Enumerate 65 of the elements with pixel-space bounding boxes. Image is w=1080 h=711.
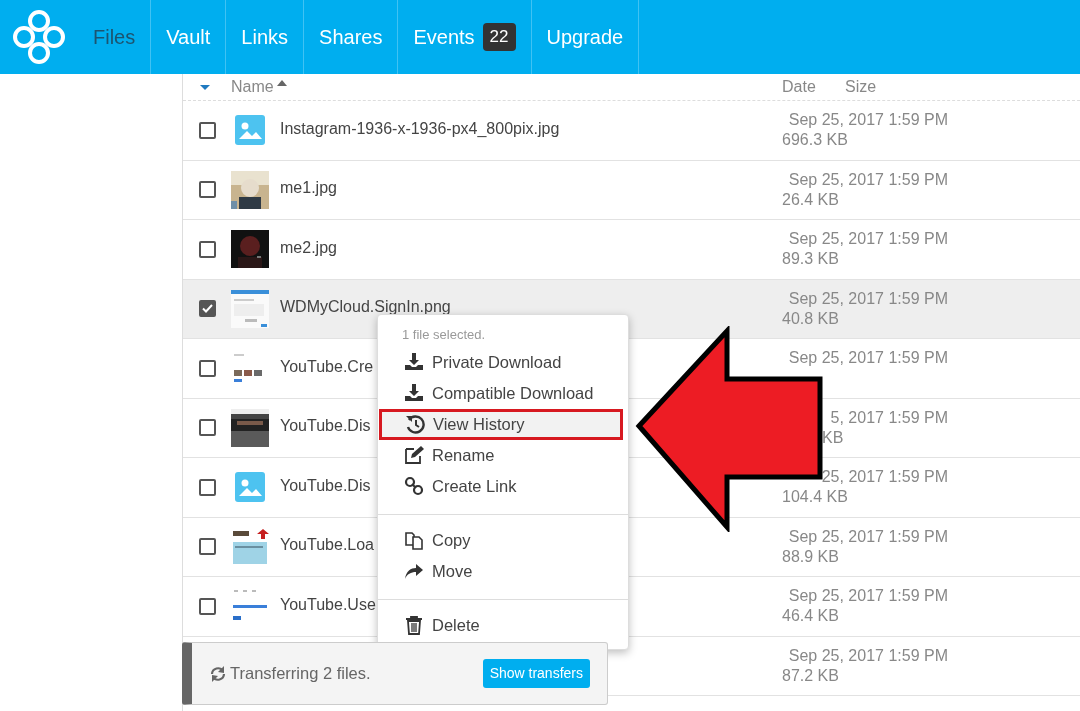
file-size: 104.4 KB bbox=[782, 488, 848, 506]
logo-icon bbox=[11, 9, 67, 65]
checkbox[interactable] bbox=[199, 478, 216, 496]
sort-up-icon bbox=[276, 80, 287, 86]
checkbox[interactable] bbox=[199, 121, 216, 139]
file-size: 89.3 KB bbox=[782, 250, 839, 268]
file-size: 696.3 KB bbox=[782, 131, 848, 149]
checkbox[interactable] bbox=[199, 419, 216, 437]
menu-item[interactable]: View History bbox=[379, 408, 623, 440]
file-name[interactable]: YouTube.Loa bbox=[280, 536, 374, 555]
file-name[interactable]: YouTube.Cre bbox=[280, 357, 374, 376]
file-name[interactable]: YouTube.Dis bbox=[280, 417, 371, 436]
file-name[interactable]: WDMyCloud.SignIn.png bbox=[280, 298, 451, 317]
file-row[interactable]: me1.jpg Sep 25, 2017 1:59 PM 26.4 KB bbox=[183, 160, 1080, 220]
share-arrow-icon bbox=[404, 561, 424, 581]
checkbox[interactable] bbox=[199, 181, 216, 199]
image-icon bbox=[235, 115, 265, 146]
download-icon bbox=[404, 383, 424, 403]
menu-item[interactable]: Private Download bbox=[378, 346, 628, 378]
checkbox[interactable] bbox=[199, 538, 216, 556]
file-date: 5, 2017 1:59 PM bbox=[830, 408, 948, 426]
file-name[interactable]: me1.jpg bbox=[280, 179, 337, 198]
file-size: 26.4 KB bbox=[782, 190, 839, 208]
edit-icon bbox=[404, 445, 424, 465]
checkbox[interactable] bbox=[199, 597, 216, 615]
file-date: 25, 2017 1:59 PM bbox=[821, 468, 948, 486]
file-row[interactable]: Instagram-1936-x-1936-px4_800pix.jpg Sep 25, 2017 1:59 PM 696.3 KB bbox=[183, 101, 1080, 161]
copy-icon bbox=[404, 530, 424, 550]
file-date: Sep 25, 2017 1:59 PM bbox=[788, 527, 948, 545]
file-date: Sep 25, 2017 1:59 PM bbox=[788, 646, 948, 664]
checkbox[interactable] bbox=[199, 240, 216, 258]
file-size: 46.4 KB bbox=[782, 607, 839, 625]
history-icon bbox=[405, 414, 425, 434]
file-size: 40.8 KB bbox=[782, 309, 839, 327]
file-date: Sep 25, 2017 1:59 PM bbox=[788, 349, 948, 367]
file-name[interactable]: me2.jpg bbox=[280, 238, 337, 257]
file-name[interactable]: Instagram-1936-x-1936-px4_800pix.jpg bbox=[280, 119, 560, 138]
nav-tab[interactable]: Events 22 bbox=[398, 0, 532, 74]
transfer-status: Transferring 2 files. bbox=[230, 663, 371, 685]
checkmark-icon bbox=[202, 304, 213, 314]
file-date: Sep 25, 2017 1:59 PM bbox=[788, 289, 948, 307]
trash-icon bbox=[404, 615, 424, 635]
download-icon bbox=[404, 352, 424, 372]
menu-item[interactable]: Create Link bbox=[378, 470, 628, 502]
column-header[interactable]: Size bbox=[845, 75, 877, 99]
file-date: Sep 25, 2017 1:59 PM bbox=[788, 230, 948, 248]
file-size: 87.2 KB bbox=[782, 666, 839, 684]
checkbox[interactable] bbox=[199, 359, 216, 377]
link-icon bbox=[404, 476, 424, 496]
file-size: KB bbox=[822, 428, 844, 446]
file-date: Sep 25, 2017 1:59 PM bbox=[788, 111, 948, 129]
menu-item[interactable]: Copy bbox=[378, 524, 628, 556]
file-name[interactable]: YouTube.Use bbox=[280, 595, 376, 614]
file-name[interactable]: YouTube.Dis bbox=[280, 476, 371, 495]
file-date: Sep 25, 2017 1:59 PM bbox=[788, 170, 948, 188]
column-header[interactable]: Name bbox=[231, 75, 274, 99]
count-badge: 22 bbox=[482, 23, 516, 51]
file-size: 88.9 KB bbox=[782, 547, 839, 565]
file-date: Sep 25, 2017 1:59 PM bbox=[788, 587, 948, 605]
column-header[interactable]: Date bbox=[782, 75, 845, 99]
file-row[interactable]: me2.jpg Sep 25, 2017 1:59 PM 89.3 KB bbox=[183, 220, 1080, 280]
sync-icon bbox=[209, 664, 227, 683]
image-icon bbox=[235, 472, 265, 503]
checkbox[interactable] bbox=[199, 300, 216, 318]
caret-down-icon bbox=[200, 84, 210, 90]
